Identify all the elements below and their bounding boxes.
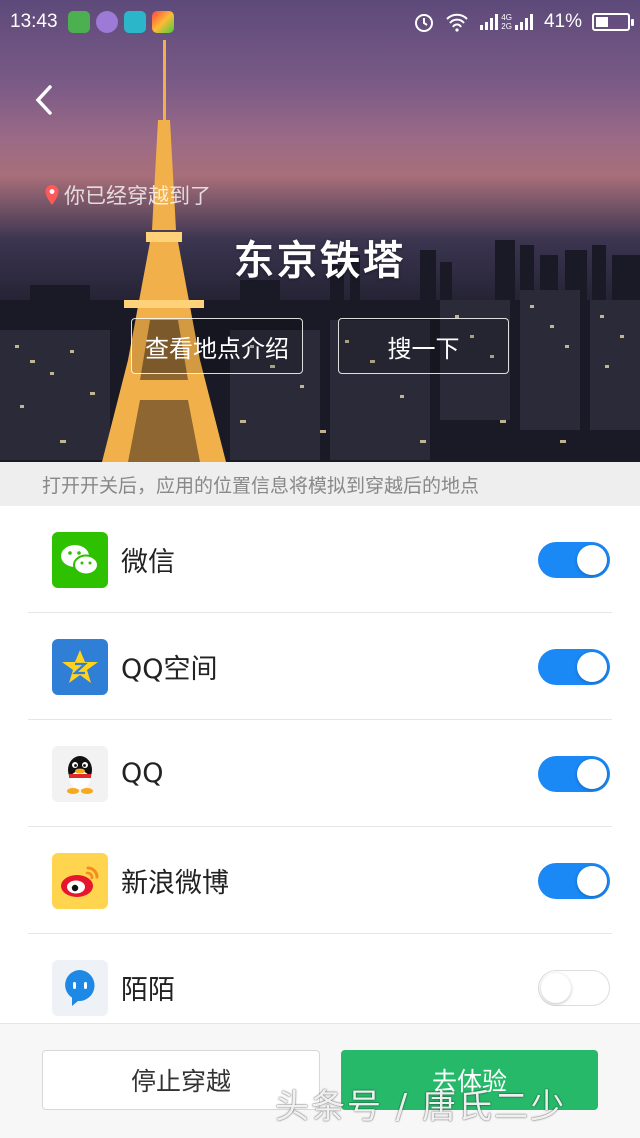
list-item: QQ空间 [0,613,640,720]
watermark: 头条号 / 唐氏二少 [275,1087,567,1127]
alarm-icon [415,14,434,32]
app-label: 微信 [121,547,175,578]
search-button[interactable]: 搜一下 [338,318,509,374]
battery-percent: 41% [543,11,582,32]
network-type-top: 4G [501,13,512,22]
notification-icons [67,11,174,33]
assistant-icon [95,11,118,33]
wechat-toggle[interactable] [538,541,610,578]
place-title: 东京铁塔 [234,238,406,284]
network-type-bottom: 2G [501,22,512,31]
wechat-icon [52,531,108,588]
app-label: 陌陌 [121,975,175,1006]
weibo-icon [52,852,108,909]
weibo-toggle[interactable] [538,862,610,899]
app-label: QQ空间 [121,654,218,685]
scan-icon [123,11,146,33]
location-prefix: 你已经穿越到了 [44,180,211,210]
view-place-intro-button[interactable]: 查看地点介绍 [131,318,303,374]
momo-icon [52,959,108,1016]
hero-banner: 13:43 4G 2G 41% 你已经穿越到了 东京铁塔 查看地点介绍 搜一下 [0,0,640,462]
list-item: 新浪微博 [0,827,640,934]
qzone-toggle[interactable] [538,648,610,685]
qq-toggle[interactable] [538,755,610,792]
wifi-icon [446,13,469,32]
list-item: 微信 [0,506,640,613]
battery-icon [592,13,634,31]
location-simulation-hint: 打开开关后，应用的位置信息将模拟到穿越后的地点 [0,462,640,506]
status-time: 13:43 [10,11,58,32]
chevron-left-icon [35,85,52,115]
status-bar: 13:43 4G 2G 41% [0,0,640,44]
app-list: 微信 QQ空间 QQ 新浪微博 陌陌 [0,506,640,1041]
back-button[interactable] [22,78,66,122]
location-prefix-text: 你已经穿越到了 [64,184,211,208]
qq-icon [52,745,108,802]
momo-toggle[interactable] [538,969,610,1006]
list-item: QQ [0,720,640,827]
qzone-icon [52,638,108,695]
shield-icon [67,11,90,33]
game-icon [151,11,174,33]
cell-signal-4g: 4G 2G [479,13,534,31]
location-pin-icon [45,185,59,205]
app-label: 新浪微博 [121,868,229,899]
app-label: QQ [121,758,164,789]
